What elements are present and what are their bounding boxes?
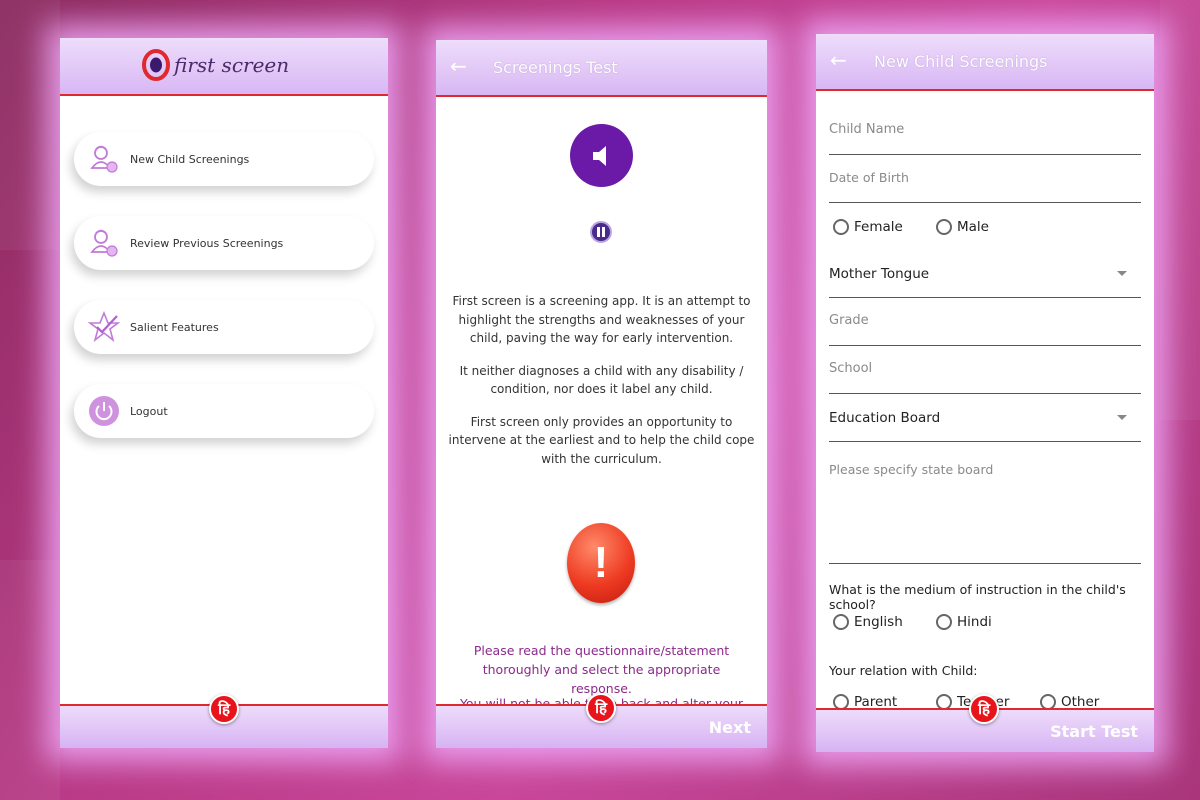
state-board-placeholder: Please specify state board: [829, 462, 994, 477]
hindi-language-button[interactable]: हि: [969, 694, 999, 724]
mother-tongue-dropdown[interactable]: Mother Tongue: [829, 262, 1141, 298]
menu-label: Review Previous Screenings: [130, 236, 284, 250]
state-board-textarea[interactable]: Please specify state board: [829, 458, 1141, 564]
radio-circle: [936, 614, 952, 630]
hindi-language-button[interactable]: हि: [586, 693, 616, 723]
menu-label: Salient Features: [130, 320, 219, 334]
radio-label: English: [854, 614, 903, 630]
menu-new-child-screenings[interactable]: New Child Screenings: [74, 132, 374, 186]
child-name-placeholder: Child Name: [829, 122, 905, 137]
radio-circle: [833, 219, 849, 235]
pause-button[interactable]: [590, 221, 612, 243]
chevron-down-icon: [1117, 271, 1127, 276]
education-board-value: Education Board: [829, 410, 941, 426]
logo-mark-icon: [142, 49, 170, 81]
back-arrow-icon[interactable]: ←: [830, 48, 847, 72]
intro-paragraph: It neither diagnoses a child with any di…: [459, 363, 744, 397]
start-test-button[interactable]: Start Test: [1050, 722, 1138, 741]
top-bar: ← New Child Screenings: [816, 34, 1154, 91]
radio-label: Female: [854, 219, 903, 235]
relation-question: Your relation with Child:: [829, 663, 978, 678]
grade-field[interactable]: Grade: [829, 309, 1141, 346]
radio-female[interactable]: Female: [833, 219, 903, 235]
child-profile-icon: [86, 225, 122, 261]
power-icon: [86, 393, 122, 429]
radio-label: Hindi: [957, 614, 992, 630]
warning-icon: !: [567, 523, 635, 603]
intro-paragraph: First screen is a screening app. It is a…: [452, 294, 751, 345]
menu-salient-features[interactable]: Salient Features: [74, 300, 374, 354]
background-tile: [0, 560, 60, 800]
date-of-birth-field[interactable]: Date of Birth: [829, 166, 1141, 203]
new-child-screening-form: ← New Child Screenings Child Name Date o…: [816, 34, 1154, 752]
background-tile: [0, 0, 60, 250]
star-check-icon: [86, 309, 122, 345]
intro-paragraph: First screen only provides an opportunit…: [448, 414, 755, 466]
radio-male[interactable]: Male: [936, 219, 989, 235]
radio-hindi[interactable]: Hindi: [936, 614, 992, 630]
screenings-test-screen: ← Screenings Test First screen is a scre…: [436, 40, 767, 748]
back-arrow-icon[interactable]: ←: [450, 54, 467, 78]
school-placeholder: School: [829, 361, 873, 376]
top-bar: ← Screenings Test: [436, 40, 767, 97]
menu-label: New Child Screenings: [130, 152, 250, 166]
menu-logout[interactable]: Logout: [74, 384, 374, 438]
school-field[interactable]: School: [829, 357, 1141, 394]
radio-label: Male: [957, 219, 989, 235]
screen-title: Screenings Test: [493, 58, 618, 77]
screen-title: New Child Screenings: [874, 52, 1048, 71]
child-name-field[interactable]: Child Name: [829, 118, 1141, 155]
chevron-down-icon: [1117, 415, 1127, 420]
speaker-icon: [592, 145, 606, 166]
menu-label: Logout: [130, 404, 168, 418]
radio-circle: [936, 219, 952, 235]
next-button[interactable]: Next: [709, 718, 751, 737]
radio-circle: [833, 614, 849, 630]
hindi-language-button[interactable]: हि: [209, 694, 239, 724]
intro-text: First screen is a screening app. It is a…: [448, 292, 755, 468]
radio-english[interactable]: English: [833, 614, 903, 630]
education-board-dropdown[interactable]: Education Board: [829, 406, 1141, 442]
medium-question: What is the medium of instruction in the…: [829, 582, 1126, 612]
child-profile-icon: [86, 141, 122, 177]
date-of-birth-placeholder: Date of Birth: [829, 170, 909, 185]
logo-text: first screen: [174, 53, 290, 77]
background-tile: [1160, 0, 1200, 420]
instruction-text: Please read the questionnaire/statement …: [473, 643, 730, 696]
pause-icon: [597, 227, 605, 237]
mother-tongue-value: Mother Tongue: [829, 266, 930, 282]
audio-play-button[interactable]: [570, 124, 633, 187]
home-screen: first screen New Child Screenings Review…: [60, 38, 388, 748]
exclamation-icon: !: [593, 538, 609, 587]
grade-placeholder: Grade: [829, 313, 869, 328]
menu-review-previous-screenings[interactable]: Review Previous Screenings: [74, 216, 374, 270]
logo: first screen: [142, 49, 289, 81]
top-bar: first screen: [60, 38, 388, 96]
